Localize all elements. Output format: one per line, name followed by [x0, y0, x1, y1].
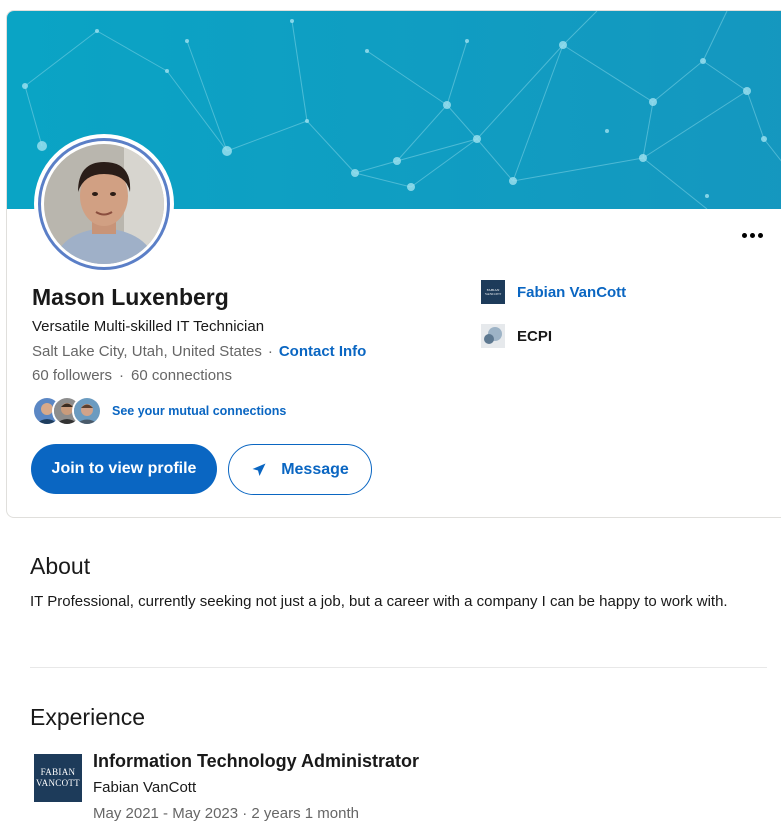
start-date: May 2021 — [93, 805, 159, 822]
profile-photo — [44, 144, 164, 264]
separator-dot: · — [119, 367, 125, 384]
mutual-avatars — [32, 396, 104, 426]
profile-headline: Versatile Multi-skilled IT Technician — [32, 318, 265, 335]
profile-name: Mason Luxenberg — [32, 284, 229, 310]
duration: · 2 years 1 month — [238, 805, 359, 822]
end-date: May 2023 — [172, 805, 239, 822]
send-icon — [252, 463, 266, 476]
message-button[interactable]: Message — [228, 444, 372, 495]
connections-count: 60 connections — [131, 367, 232, 384]
separator-dot: · — [267, 343, 273, 360]
current-company[interactable]: FABIAN VANCOTT Fabian VanCott — [481, 280, 626, 304]
more-dot-icon — [741, 232, 747, 238]
more-options-button[interactable] — [737, 227, 767, 243]
section-divider — [30, 667, 767, 668]
more-dot-icon — [757, 232, 763, 238]
experience-heading: Experience — [30, 704, 146, 730]
avatar-ring — [38, 138, 170, 270]
profile-location: Salt Lake City, Utah, United States — [32, 343, 262, 360]
about-heading: About — [30, 553, 91, 579]
more-dot-icon — [749, 232, 755, 238]
ecpi-logo-icon — [481, 324, 505, 348]
see-mutual-connections-link[interactable]: See your mutual connections — [112, 404, 286, 418]
fabian-vancott-logo-icon[interactable]: FABIAN VANCOTT — [34, 754, 82, 802]
about-text: IT Professional, currently seeking not j… — [30, 593, 728, 610]
mutual-connections[interactable]: See your mutual connections — [32, 396, 286, 426]
experience-company: Fabian VanCott — [93, 779, 197, 796]
location-row: Salt Lake City, Utah, United States · Cont… — [32, 343, 366, 360]
join-to-view-profile-button[interactable]: Join to view profile — [31, 444, 217, 494]
message-label: Message — [281, 460, 349, 478]
profile-avatar — [34, 134, 174, 274]
network-stats: 60 followers · 60 connections — [32, 367, 232, 384]
company-name-link[interactable]: Fabian VanCott — [517, 284, 626, 301]
experience-role[interactable]: Information Technology Administrator — [93, 751, 419, 772]
mutual-avatar — [72, 396, 102, 426]
education-school[interactable]: ECPI — [481, 324, 552, 348]
experience-dates: May 2021 - May 2023 · 2 years 1 month — [93, 805, 359, 822]
followers-count: 60 followers — [32, 367, 113, 384]
profile-card: Mason Luxenberg Versatile Multi-skilled … — [6, 10, 781, 518]
fabian-vancott-logo-icon: FABIAN VANCOTT — [481, 280, 505, 304]
contact-info-link[interactable]: Contact Info — [279, 343, 367, 360]
school-name: ECPI — [517, 327, 553, 345]
